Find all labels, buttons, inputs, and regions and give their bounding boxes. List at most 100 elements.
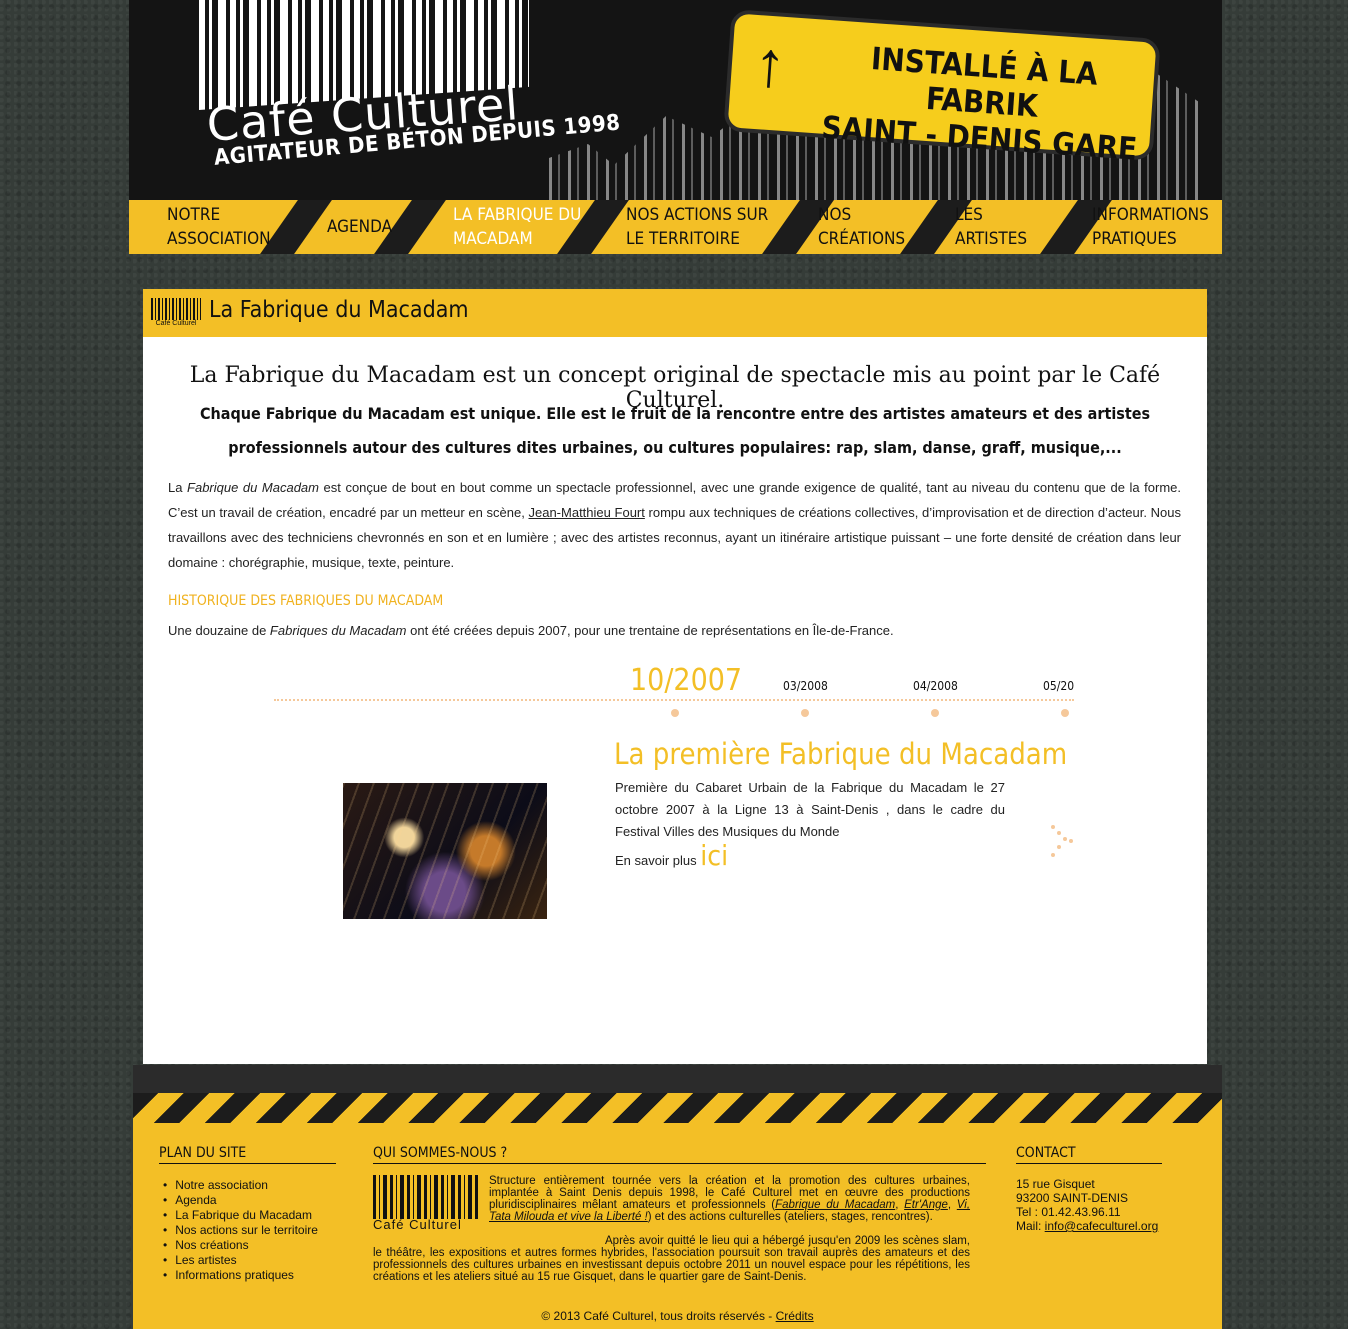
panel-header: Café Culturel La Fabrique du Macadam	[143, 289, 1207, 337]
contact-mail: Mail: info@cafeculturel.org	[1016, 1219, 1158, 1233]
about-paragraph-2: Après avoir quitté le lieu qui a hébergé…	[373, 1235, 970, 1283]
nav-label: AGENDA	[327, 217, 393, 237]
read-more-label: En savoir plus	[615, 853, 701, 868]
read-more-link[interactable]: ici	[700, 839, 728, 872]
sitemap-link[interactable]: Nos actions sur le territoire	[175, 1223, 318, 1237]
main-nav: NOTRE ASSOCIATION AGENDA LA FABRIQUE DU MA…	[129, 200, 1222, 254]
text-span: Une douzaine de	[168, 623, 270, 638]
list-item: Nos actions sur le territoire	[163, 1223, 318, 1238]
sitemap-link[interactable]: La Fabrique du Macadam	[175, 1208, 312, 1222]
contact-email-link[interactable]: info@cafeculturel.org	[1045, 1219, 1159, 1233]
contact-address-1: 15 rue Gisquet	[1016, 1177, 1095, 1191]
read-more: En savoir plus ici	[615, 839, 728, 872]
nav-label: ARTISTES	[955, 229, 1028, 249]
site-footer: PLAN DU SITE Notre association Agenda La…	[133, 1065, 1222, 1329]
next-arrow-icon[interactable]	[1051, 825, 1077, 861]
about-link-fabrique[interactable]: Fabrique du Macadam	[775, 1199, 895, 1211]
nav-item-la-fabrique-du-macadam[interactable]: LA FABRIQUE DU MACADAM	[453, 200, 581, 254]
copyright-text: © 2013 Café Culturel, tous droits réserv…	[541, 1309, 776, 1323]
sitemap-link[interactable]: Nos créations	[175, 1238, 248, 1252]
list-item: Les artistes	[163, 1253, 318, 1268]
sitemap-link[interactable]: Agenda	[175, 1193, 216, 1207]
barcode-bars	[151, 298, 201, 320]
timeline-dot[interactable]	[931, 709, 939, 717]
nav-item-nos-actions[interactable]: NOS ACTIONS SUR LE TERRITOIRE	[626, 200, 768, 254]
barcode-logo-icon: Café Culturel	[151, 298, 201, 330]
nav-label: MACADAM	[453, 229, 533, 249]
page-title: La Fabrique du Macadam	[209, 297, 469, 323]
list-item: La Fabrique du Macadam	[163, 1208, 318, 1223]
contact-phone: Tel : 01.42.43.96.11	[1016, 1205, 1121, 1219]
nav-divider	[260, 200, 332, 254]
list-item: Nos créations	[163, 1238, 318, 1253]
nav-label: NOS ACTIONS SUR	[626, 205, 769, 225]
text-em: Fabriques du Macadam	[269, 623, 407, 638]
director-link[interactable]: Jean-Matthieu Fourt	[528, 505, 644, 520]
event-photo	[343, 783, 547, 919]
credits-link[interactable]: Crédits	[776, 1309, 814, 1323]
timeline-date-active[interactable]: 10/2007	[630, 663, 742, 698]
timeline-dot[interactable]	[801, 709, 809, 717]
about-link-etrange[interactable]: Etr'Ange	[904, 1199, 948, 1211]
nav-label: LE TERRITOIRE	[626, 229, 740, 249]
timeline-date[interactable]: 05/2008	[1043, 679, 1074, 693]
text-em: Fabrique du Macadam	[187, 480, 319, 495]
timeline-dot[interactable]	[671, 709, 679, 717]
photo-texture	[343, 783, 547, 919]
nav-item-agenda[interactable]: AGENDA	[327, 200, 392, 254]
nav-item-informations-pratiques[interactable]: INFORMATIONS PRATIQUES	[1092, 200, 1209, 254]
event-title: La première Fabrique du Macadam	[614, 737, 1068, 771]
barcode-bars	[373, 1175, 479, 1219]
text-span: La	[168, 480, 188, 495]
about-logo-wrap: Café Culturel	[373, 1175, 489, 1237]
text-span: ) et des actions culturelles (ateliers, …	[647, 1211, 933, 1223]
about-heading: QUI SOMMES-NOUS ?	[373, 1145, 986, 1164]
nav-label: ASSOCIATION	[167, 229, 271, 249]
timeline-dot[interactable]	[1061, 709, 1069, 717]
nav-label: NOTRE	[167, 205, 221, 225]
about-text: Café Culturel Structure entièrement tour…	[373, 1175, 970, 1283]
sitemap-link[interactable]: Les artistes	[175, 1253, 236, 1267]
lead-subheading: Chaque Fabrique du Macadam est unique. E…	[199, 404, 1151, 457]
timeline-date[interactable]: 03/2008	[783, 679, 828, 693]
contact-heading: CONTACT	[1016, 1145, 1162, 1164]
history-text: Une douzaine de Fabriques du Macadam ont…	[168, 623, 894, 638]
list-item: Notre association	[163, 1178, 318, 1193]
nav-label: CRÉATIONS	[818, 229, 906, 249]
history-heading: HISTORIQUE DES FABRIQUES DU MACADAM	[168, 593, 444, 609]
contact-block: 15 rue Gisquet 93200 SAINT-DENIS Tel : 0…	[1016, 1177, 1158, 1233]
nav-label: INFORMATIONS	[1092, 205, 1209, 225]
contact-mail-label: Mail:	[1016, 1219, 1045, 1233]
arrow-up-icon: ↑	[751, 26, 789, 101]
mini-logo-label: Café Culturel	[155, 320, 197, 327]
nav-label: LA FABRIQUE DU	[453, 205, 582, 225]
timeline-line	[274, 699, 1074, 701]
footer-top-band	[133, 1065, 1222, 1093]
text-span: ,	[947, 1199, 957, 1211]
nav-item-les-artistes[interactable]: LES ARTISTES	[955, 200, 1027, 254]
nav-label: LES	[955, 205, 983, 225]
nav-label: NOS	[818, 205, 852, 225]
text-span: ,	[895, 1199, 905, 1211]
text-span: ont été créées depuis 2007, pour une tre…	[406, 623, 894, 638]
site-header: Café Culturel AGITATEUR DE BÉTON DEPUIS …	[129, 0, 1222, 200]
sitemap-link[interactable]: Informations pratiques	[175, 1268, 294, 1282]
event-description: Première du Cabaret Urbain de la Fabriqu…	[615, 780, 1005, 839]
content-panel: Café Culturel La Fabrique du Macadam La …	[143, 289, 1207, 1064]
sitemap-heading: PLAN DU SITE	[159, 1145, 336, 1164]
list-item: Informations pratiques	[163, 1268, 318, 1283]
list-item: Agenda	[163, 1193, 318, 1208]
intro-paragraph: La Fabrique du Macadam est conçue de bou…	[168, 475, 1181, 575]
about-logo-label: Café Culturel	[373, 1217, 462, 1232]
timeline-date[interactable]: 04/2008	[913, 679, 958, 693]
hazard-stripes	[133, 1093, 1222, 1123]
nav-item-notre-association[interactable]: NOTRE ASSOCIATION	[167, 200, 271, 254]
contact-address-2: 93200 SAINT-DENIS	[1016, 1191, 1129, 1205]
nav-item-nos-creations[interactable]: NOS CRÉATIONS	[818, 200, 905, 254]
sitemap-list: Notre association Agenda La Fabrique du …	[163, 1178, 318, 1283]
sitemap-link[interactable]: Notre association	[175, 1178, 268, 1192]
sign-text: INSTALLÉ À LA FABRIK SAINT - DENIS GARE	[818, 38, 1145, 168]
nav-label: PRATIQUES	[1092, 229, 1177, 249]
copyright: © 2013 Café Culturel, tous droits réserv…	[133, 1309, 1222, 1323]
page: Café Culturel AGITATEUR DE BÉTON DEPUIS …	[129, 0, 1222, 1329]
